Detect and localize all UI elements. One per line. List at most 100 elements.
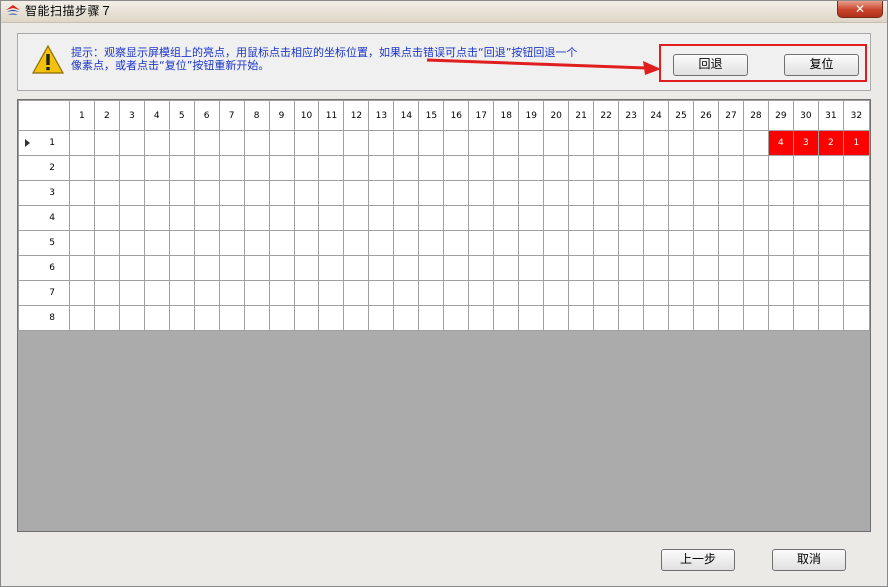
grid-cell[interactable] bbox=[568, 130, 595, 156]
grid-cell[interactable] bbox=[742, 230, 769, 256]
grid-cell[interactable] bbox=[343, 280, 370, 306]
grid-cell[interactable] bbox=[443, 230, 470, 256]
grid-cell[interactable] bbox=[468, 205, 495, 231]
grid-cell[interactable] bbox=[143, 205, 170, 231]
grid-cell[interactable] bbox=[368, 155, 395, 181]
grid-cell[interactable] bbox=[193, 180, 220, 206]
grid-cell[interactable] bbox=[218, 280, 245, 306]
grid-cell[interactable] bbox=[792, 205, 819, 231]
grid-cell[interactable] bbox=[493, 205, 520, 231]
grid-cell[interactable] bbox=[93, 180, 120, 206]
grid-cell[interactable] bbox=[143, 255, 170, 281]
grid-cell[interactable] bbox=[393, 205, 420, 231]
grid-cell[interactable] bbox=[668, 180, 694, 206]
lit-cell[interactable]: 2 bbox=[817, 130, 844, 156]
grid-cell[interactable] bbox=[118, 305, 145, 331]
grid-cell[interactable] bbox=[693, 205, 719, 231]
grid-cell[interactable] bbox=[293, 230, 320, 256]
grid-cell[interactable] bbox=[693, 305, 719, 331]
grid-cell[interactable] bbox=[243, 180, 270, 206]
grid-cell[interactable] bbox=[717, 230, 744, 256]
grid-cell[interactable] bbox=[468, 280, 495, 306]
cancel-button[interactable]: 取消 bbox=[772, 549, 846, 571]
grid-cell[interactable] bbox=[393, 305, 420, 331]
grid-cell[interactable] bbox=[93, 280, 120, 306]
grid-cell[interactable] bbox=[143, 180, 170, 206]
grid-cell[interactable] bbox=[393, 130, 420, 156]
grid-cell[interactable] bbox=[518, 205, 545, 231]
grid-cell[interactable] bbox=[618, 155, 645, 181]
grid-cell[interactable] bbox=[767, 230, 794, 256]
grid-cell[interactable] bbox=[168, 205, 195, 231]
row-header[interactable]: 2 bbox=[18, 155, 70, 181]
grid-cell[interactable] bbox=[243, 155, 270, 181]
grid-cell[interactable] bbox=[268, 180, 295, 206]
grid-cell[interactable] bbox=[368, 180, 395, 206]
grid-cell[interactable] bbox=[193, 130, 220, 156]
grid-cell[interactable] bbox=[118, 130, 145, 156]
grid-cell[interactable] bbox=[468, 230, 495, 256]
grid-cell[interactable] bbox=[118, 230, 145, 256]
grid-cell[interactable] bbox=[243, 305, 270, 331]
row-header[interactable]: 6 bbox=[18, 255, 70, 281]
grid-cell[interactable] bbox=[792, 305, 819, 331]
grid-cell[interactable] bbox=[318, 180, 345, 206]
grid-cell[interactable] bbox=[193, 230, 220, 256]
grid-cell[interactable] bbox=[268, 305, 295, 331]
grid-cell[interactable] bbox=[68, 180, 95, 206]
grid-cell[interactable] bbox=[817, 155, 844, 181]
grid-cell[interactable] bbox=[418, 255, 445, 281]
grid-cell[interactable] bbox=[842, 280, 871, 306]
grid-cell[interactable] bbox=[518, 130, 545, 156]
grid-cell[interactable] bbox=[218, 305, 245, 331]
grid-cell[interactable] bbox=[318, 155, 345, 181]
grid-cell[interactable] bbox=[618, 205, 645, 231]
grid-cell[interactable] bbox=[243, 255, 270, 281]
grid-cell[interactable] bbox=[218, 230, 245, 256]
grid-cell[interactable] bbox=[618, 255, 645, 281]
grid-cell[interactable] bbox=[268, 205, 295, 231]
grid-cell[interactable] bbox=[842, 305, 871, 331]
row-header[interactable]: 4 bbox=[18, 205, 70, 231]
lit-cell[interactable]: 3 bbox=[792, 130, 819, 156]
grid-cell[interactable] bbox=[817, 180, 844, 206]
grid-cell[interactable] bbox=[118, 280, 145, 306]
grid-cell[interactable] bbox=[742, 180, 769, 206]
grid-cell[interactable] bbox=[368, 305, 395, 331]
grid-cell[interactable] bbox=[543, 255, 570, 281]
grid-cell[interactable] bbox=[693, 230, 719, 256]
grid-cell[interactable] bbox=[543, 230, 570, 256]
grid-cell[interactable] bbox=[218, 130, 245, 156]
grid-cell[interactable] bbox=[218, 255, 245, 281]
grid-cell[interactable] bbox=[293, 205, 320, 231]
grid-cell[interactable] bbox=[643, 305, 670, 331]
grid-cell[interactable] bbox=[518, 280, 545, 306]
grid-cell[interactable] bbox=[568, 305, 595, 331]
grid-cell[interactable] bbox=[418, 180, 445, 206]
grid-cell[interactable] bbox=[643, 255, 670, 281]
grid-cell[interactable] bbox=[218, 180, 245, 206]
grid-cell[interactable] bbox=[218, 205, 245, 231]
grid-cell[interactable] bbox=[668, 155, 694, 181]
grid-cell[interactable] bbox=[68, 280, 95, 306]
grid-cell[interactable] bbox=[593, 230, 620, 256]
grid-cell[interactable] bbox=[518, 155, 545, 181]
grid-cell[interactable] bbox=[568, 180, 595, 206]
grid-cell[interactable] bbox=[767, 180, 794, 206]
grid-cell[interactable] bbox=[443, 280, 470, 306]
grid-cell[interactable] bbox=[518, 180, 545, 206]
grid-cell[interactable] bbox=[143, 230, 170, 256]
grid-cell[interactable] bbox=[543, 155, 570, 181]
grid-cell[interactable] bbox=[368, 205, 395, 231]
grid-cell[interactable] bbox=[443, 205, 470, 231]
grid-cell[interactable] bbox=[293, 255, 320, 281]
grid-cell[interactable] bbox=[68, 305, 95, 331]
grid-cell[interactable] bbox=[668, 255, 694, 281]
grid-cell[interactable] bbox=[368, 230, 395, 256]
grid-cell[interactable] bbox=[792, 255, 819, 281]
grid-cell[interactable] bbox=[468, 155, 495, 181]
grid-cell[interactable] bbox=[318, 280, 345, 306]
grid-cell[interactable] bbox=[842, 255, 871, 281]
grid-cell[interactable] bbox=[68, 205, 95, 231]
grid-cell[interactable] bbox=[243, 130, 270, 156]
